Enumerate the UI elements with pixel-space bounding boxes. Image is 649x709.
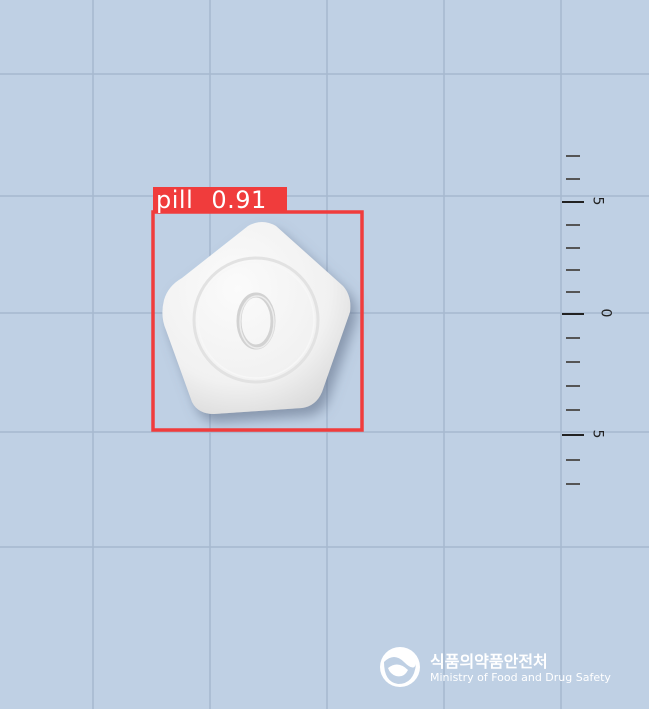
detection-label: pill 0.91 [153, 187, 287, 213]
logo-korean-name: 식품의약품안전처 [430, 652, 548, 671]
pill-photo-scene [0, 0, 649, 709]
logo-english-name: Ministry of Food and Drug Safety [430, 671, 611, 684]
mfds-logo: 식품의약품안전처 Ministry of Food and Drug Safet… [378, 646, 638, 690]
detection-class-label: pill [156, 186, 194, 214]
detection-confidence: 0.91 [211, 186, 267, 214]
ruler-label-bottom: 5 [589, 429, 606, 439]
ruler-label-top: 5 [589, 196, 606, 206]
ruler-label-middle: 0 [597, 308, 614, 318]
